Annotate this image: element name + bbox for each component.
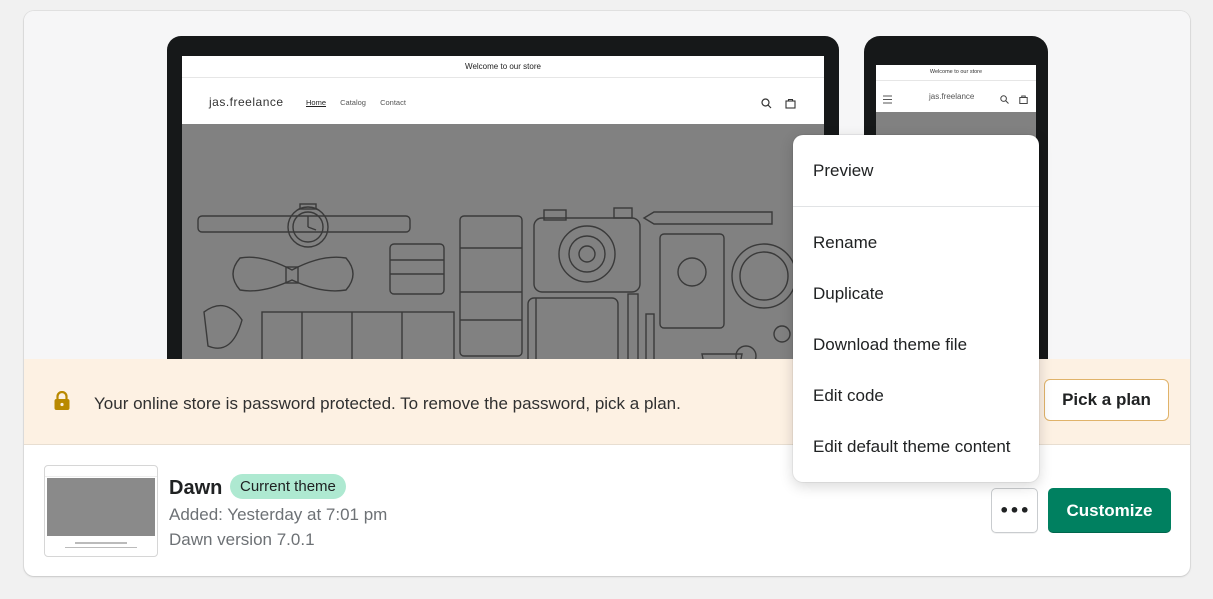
thumbnail-header xyxy=(45,466,157,477)
theme-thumbnail[interactable] xyxy=(44,465,158,557)
desktop-preview-screen: Welcome to our store jas.freelance Home … xyxy=(182,56,824,359)
mobile-store-name: jas.freelance xyxy=(929,92,975,101)
desktop-preview-frame: Welcome to our store jas.freelance Home … xyxy=(167,36,839,359)
thumbnail-text-line xyxy=(75,542,127,544)
menu-item-duplicate[interactable]: Duplicate xyxy=(793,274,1039,314)
nav-home: Home xyxy=(306,98,327,107)
pick-a-plan-button[interactable]: Pick a plan xyxy=(1044,379,1169,421)
hamburger-menu-icon xyxy=(883,91,892,109)
menu-item-preview[interactable]: Preview xyxy=(793,151,1039,191)
hero-illustration xyxy=(182,124,824,359)
search-icon xyxy=(761,96,772,114)
theme-added-date: Added: Yesterday at 7:01 pm xyxy=(169,505,388,524)
menu-item-edit-code[interactable]: Edit code xyxy=(793,376,1039,416)
theme-name: Dawn xyxy=(169,477,223,499)
cart-icon xyxy=(785,96,796,114)
theme-version: Dawn version 7.0.1 xyxy=(169,530,315,549)
banner-message: Your online store is password protected.… xyxy=(94,394,681,413)
mobile-announcement-bar: Welcome to our store xyxy=(876,65,1036,81)
store-nav: Home Catalog Contact xyxy=(306,98,418,107)
menu-divider xyxy=(793,206,1039,207)
mobile-cart-icon xyxy=(1019,91,1028,109)
menu-item-edit-default-theme-content[interactable]: Edit default theme content xyxy=(793,427,1039,467)
lock-icon xyxy=(53,390,71,416)
customize-button[interactable]: Customize xyxy=(1048,488,1171,533)
thumbnail-hero xyxy=(47,478,155,536)
store-header: jas.freelance Home Catalog Contact xyxy=(182,78,824,125)
menu-item-download-theme-file[interactable]: Download theme file xyxy=(793,325,1039,365)
mobile-search-icon xyxy=(1000,91,1009,109)
nav-contact: Contact xyxy=(380,98,406,107)
announcement-bar: Welcome to our store xyxy=(182,56,824,78)
current-theme-badge: Current theme xyxy=(230,474,346,499)
nav-catalog: Catalog xyxy=(340,98,366,107)
store-name: jas.freelance xyxy=(209,95,284,109)
mobile-store-header: jas.freelance xyxy=(876,81,1036,113)
menu-item-rename[interactable]: Rename xyxy=(793,223,1039,263)
more-actions-button[interactable]: ••• xyxy=(991,488,1038,533)
thumbnail-text-line xyxy=(65,547,137,548)
theme-actions-menu: Preview Rename Duplicate Download theme … xyxy=(793,135,1039,482)
